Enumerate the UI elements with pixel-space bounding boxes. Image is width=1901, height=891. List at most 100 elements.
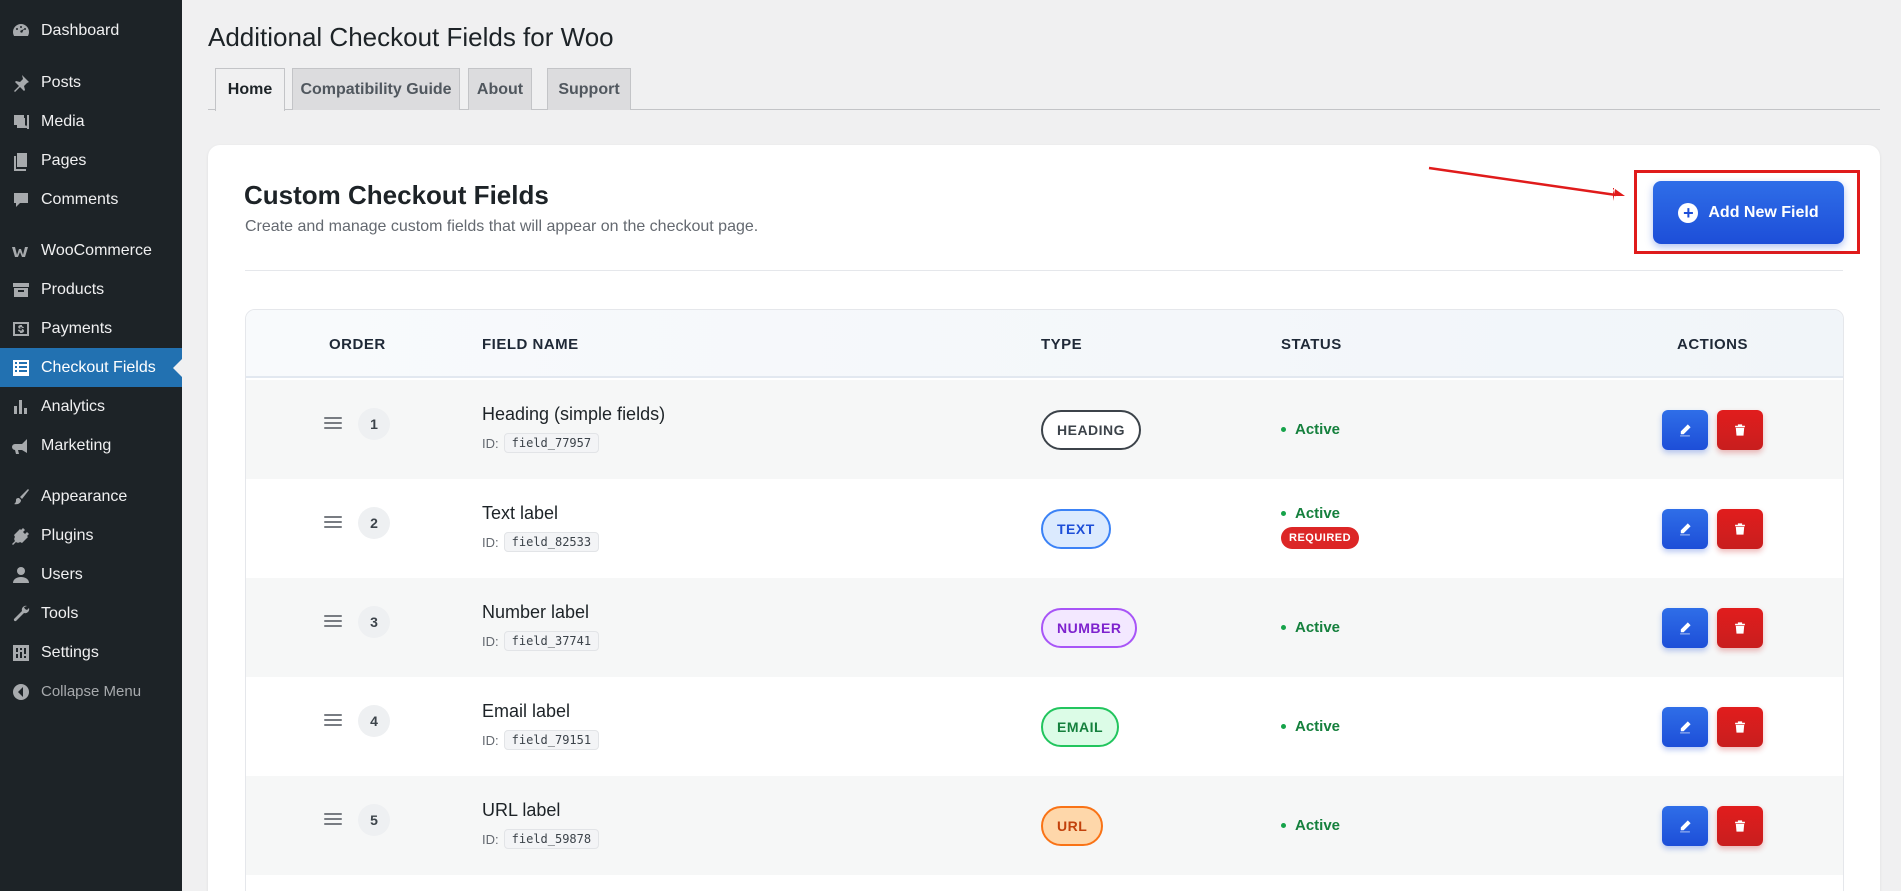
sidebar-item-label: Tools	[41, 604, 79, 622]
drag-handle-icon[interactable]	[324, 813, 342, 825]
add-new-field-button[interactable]: + Add New Field	[1653, 181, 1844, 244]
drag-handle-icon[interactable]	[324, 417, 342, 429]
field-name: Text label	[482, 503, 559, 523]
sidebar-item-woocommerce[interactable]: WooCommerce	[0, 231, 182, 270]
field-id-code: field_59878	[503, 829, 600, 849]
collapse-menu-button[interactable]: Collapse Menu	[0, 672, 182, 711]
sidebar-item-media[interactable]: Media	[0, 102, 182, 141]
sidebar-item-label: Plugins	[41, 526, 94, 544]
status-indicator: Active	[1281, 505, 1340, 522]
status-dot-icon	[1281, 724, 1286, 729]
order-number: 1	[358, 408, 390, 440]
field-id-code: field_82533	[503, 532, 600, 552]
tab-about[interactable]: About	[468, 68, 532, 110]
tab-home[interactable]: Home	[215, 68, 285, 111]
sidebar-item-plugins[interactable]: Plugins	[0, 516, 182, 555]
table-row: 4 Email label ID: field_79151 EMAIL Activ…	[246, 677, 1843, 776]
pencil-icon	[1680, 820, 1691, 833]
delete-button[interactable]	[1717, 806, 1763, 846]
edit-button[interactable]	[1662, 410, 1708, 450]
order-number: 4	[358, 705, 390, 737]
sidebar-item-settings[interactable]: Settings	[0, 633, 182, 672]
sidebar-item-label: Settings	[41, 643, 99, 661]
dashboard-icon	[10, 20, 32, 42]
trash-icon	[1735, 424, 1745, 436]
drag-handle-icon[interactable]	[324, 516, 342, 528]
order-number: 2	[358, 507, 390, 539]
field-id-prefix: ID:	[482, 831, 499, 847]
status-dot-icon	[1281, 511, 1286, 516]
tab-compatibility-guide[interactable]: Compatibility Guide	[292, 68, 460, 110]
delete-button[interactable]	[1717, 707, 1763, 747]
pencil-icon	[1680, 721, 1691, 734]
media-icon	[10, 111, 32, 133]
sidebar-item-users[interactable]: Users	[0, 555, 182, 594]
megaphone-icon	[10, 435, 32, 457]
edit-button[interactable]	[1662, 509, 1708, 549]
table-row: 3 Number label ID: field_37741 NUMBER Act…	[246, 578, 1843, 677]
field-id-prefix: ID:	[482, 732, 499, 748]
status-indicator: Active	[1281, 817, 1340, 834]
sidebar-item-pages[interactable]: Pages	[0, 141, 182, 180]
plugin-icon	[10, 525, 32, 547]
edit-button[interactable]	[1662, 707, 1708, 747]
tab-support[interactable]: Support	[547, 68, 631, 110]
pages-icon	[10, 150, 32, 172]
edit-button[interactable]	[1662, 608, 1708, 648]
annotation-arrow	[1428, 166, 1625, 201]
column-header-type: TYPE	[1041, 335, 1083, 353]
trash-icon	[1735, 622, 1745, 634]
status-text: Active	[1295, 421, 1341, 438]
column-header-order: ORDER	[329, 335, 386, 353]
field-id-prefix: ID:	[482, 435, 499, 451]
comment-icon	[10, 189, 32, 211]
drag-handle-icon[interactable]	[324, 615, 342, 627]
trash-icon	[1735, 523, 1745, 535]
sidebar-item-label: Comments	[41, 190, 119, 208]
sidebar-item-label: Pages	[41, 151, 87, 169]
wrench-icon	[10, 603, 32, 625]
add-new-field-label: Add New Field	[1708, 203, 1819, 221]
sidebar-item-label: Appearance	[41, 487, 128, 505]
sidebar-item-label: WooCommerce	[41, 241, 152, 259]
sidebar-item-products[interactable]: Products	[0, 270, 182, 309]
field-id: ID: field_77957	[482, 433, 600, 453]
plus-circle-icon: +	[1678, 202, 1699, 223]
sidebar-item-label: Posts	[41, 73, 82, 91]
trash-icon	[1735, 721, 1745, 733]
drag-handle-icon[interactable]	[324, 714, 342, 726]
field-id: ID: field_79151	[482, 730, 600, 750]
sidebar-item-payments[interactable]: Payments	[0, 309, 182, 348]
delete-button[interactable]	[1717, 509, 1763, 549]
archive-icon	[10, 279, 32, 301]
delete-button[interactable]	[1717, 608, 1763, 648]
sidebar-item-label: Media	[41, 112, 85, 130]
sidebar-item-appearance[interactable]: Appearance	[0, 477, 182, 516]
user-icon	[10, 564, 32, 586]
settings-icon	[10, 642, 32, 664]
status-indicator: Active	[1281, 619, 1340, 636]
field-id-prefix: ID:	[482, 633, 499, 649]
table-row: 1 Heading (simple fields) ID: field_77957…	[246, 380, 1843, 479]
pencil-icon	[1680, 622, 1691, 635]
field-name: Number label	[482, 602, 590, 622]
sidebar-item-tools[interactable]: Tools	[0, 594, 182, 633]
sidebar-item-analytics[interactable]: Analytics	[0, 387, 182, 426]
status-indicator: Active	[1281, 718, 1340, 735]
delete-button[interactable]	[1717, 410, 1763, 450]
type-badge: NUMBER	[1041, 608, 1138, 648]
brush-icon	[10, 486, 32, 508]
sidebar-item-checkout-fields[interactable]: Checkout Fields	[0, 348, 182, 387]
pencil-icon	[1680, 523, 1691, 536]
table-row: 2 Text label ID: field_82533 TEXT Active …	[246, 479, 1843, 578]
list-icon	[10, 357, 32, 379]
sidebar-item-posts[interactable]: Posts	[0, 63, 182, 102]
edit-button[interactable]	[1662, 806, 1708, 846]
sidebar-item-label: Products	[41, 280, 105, 298]
sidebar-item-dashboard[interactable]: Dashboard	[0, 11, 182, 50]
sidebar-item-comments[interactable]: Comments	[0, 180, 182, 219]
section-subtitle: Create and manage custom fields that wil…	[245, 218, 759, 235]
column-header-actions: ACTIONS	[1677, 335, 1748, 353]
status-dot-icon	[1281, 823, 1286, 828]
sidebar-item-marketing[interactable]: Marketing	[0, 426, 182, 465]
